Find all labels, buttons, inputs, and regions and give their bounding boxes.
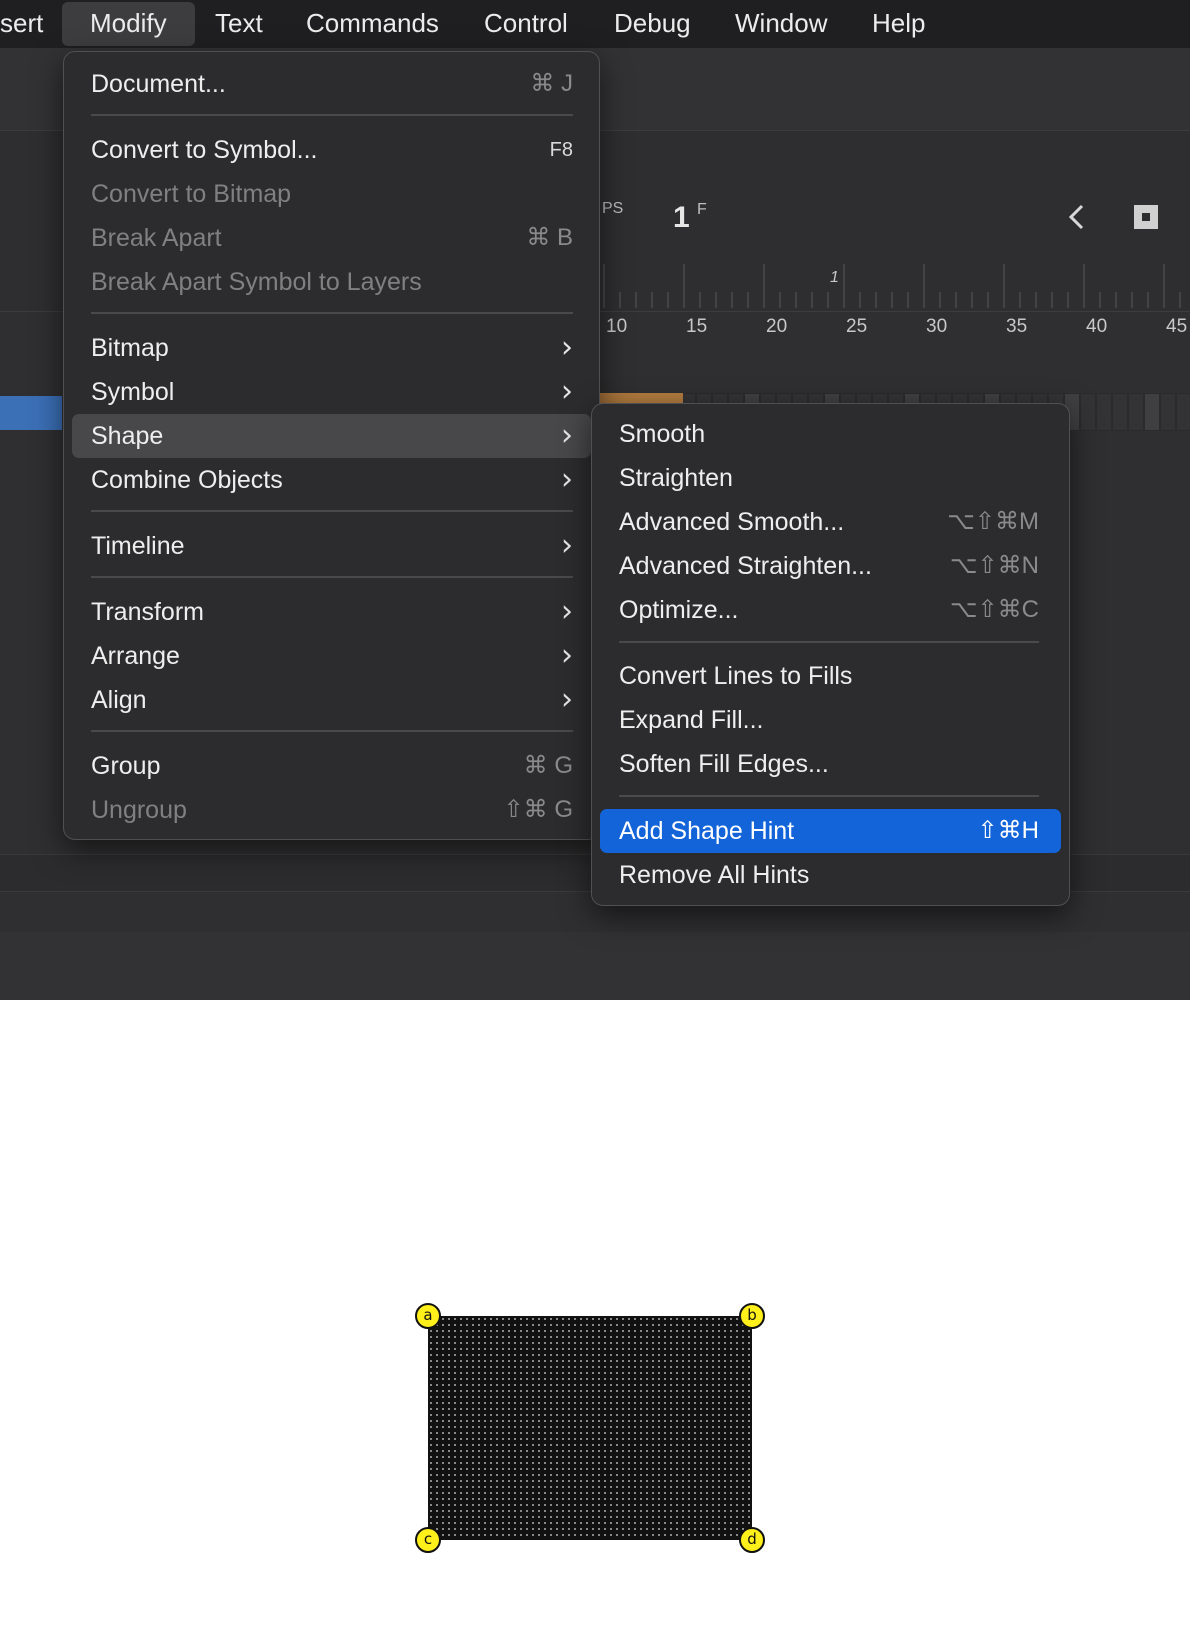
ruler-tick-45: 45 <box>1166 316 1188 337</box>
shape-hint-c[interactable]: c <box>415 1527 441 1553</box>
menu-item-symbol[interactable]: Symbol › <box>91 372 573 412</box>
ruler-tick-15: 15 <box>686 316 708 337</box>
separator <box>91 114 573 116</box>
selected-layer[interactable] <box>0 396 62 430</box>
menu-item-align[interactable]: Align › <box>91 680 573 720</box>
menu-item-convert-to-bitmap: Convert to Bitmap <box>91 180 292 208</box>
frame-cell <box>1129 394 1143 430</box>
ruler-tick-10: 10 <box>606 316 628 337</box>
shape-hint-a[interactable]: a <box>415 1303 441 1329</box>
menu-item-transform[interactable]: Transform › <box>91 592 573 632</box>
frame-cell <box>1097 394 1111 430</box>
chevron-right-icon: › <box>561 638 573 673</box>
current-frame: 1 <box>673 201 690 234</box>
submenu-item-remove-all-hints[interactable]: Remove All Hints <box>619 855 1039 895</box>
submenu-item-advanced-smooth[interactable]: Advanced Smooth... ⌥⇧⌘M <box>619 502 1039 542</box>
menu-control[interactable]: Control <box>484 0 568 46</box>
frame-suffix: F <box>697 201 707 218</box>
ruler-tick-30: 30 <box>926 316 948 337</box>
frame-cell <box>1081 394 1095 430</box>
ruler-tick-35: 35 <box>1006 316 1028 337</box>
chevron-right-icon: › <box>561 418 573 453</box>
modify-menu: Document... ⌘ J Convert to Symbol... F8 Co… <box>63 51 600 840</box>
menu-insert[interactable]: sert <box>0 0 43 46</box>
app-window: sert Modify Text Commands Control Debug … <box>0 0 1190 1650</box>
menu-item-break-apart: Break Apart ⌘ B <box>91 224 573 252</box>
ruler-marker: 1 <box>830 269 839 286</box>
menu-item-break-apart-symbol: Break Apart Symbol to Layers <box>91 268 422 296</box>
submenu-item-smooth[interactable]: Smooth <box>619 414 1039 454</box>
chevron-right-icon: › <box>561 462 573 497</box>
chevron-right-icon: › <box>561 528 573 563</box>
menu-item-group[interactable]: Group ⌘ G <box>91 746 573 786</box>
separator <box>91 510 573 512</box>
chevron-right-icon: › <box>561 682 573 717</box>
submenu-item-advanced-straighten[interactable]: Advanced Straighten... ⌥⇧⌘N <box>619 546 1039 586</box>
submenu-item-soften-fill-edges[interactable]: Soften Fill Edges... <box>619 744 1039 784</box>
menu-item-arrange[interactable]: Arrange › <box>91 636 573 676</box>
frame-cell <box>1113 394 1127 430</box>
fps-label: PS <box>602 200 624 217</box>
ruler-tick-40: 40 <box>1086 316 1108 337</box>
menu-item-ungroup: Ungroup ⇧⌘ G <box>91 796 573 824</box>
separator <box>91 730 573 732</box>
menu-item-combine-objects[interactable]: Combine Objects › <box>91 460 573 500</box>
properties-strip <box>0 932 1190 1000</box>
menu-item-timeline[interactable]: Timeline › <box>91 526 573 566</box>
frame-cell <box>1161 394 1175 430</box>
ruler-tick-25: 25 <box>846 316 868 337</box>
menu-help[interactable]: Help <box>872 0 925 46</box>
menu-bar: sert Modify Text Commands Control Debug … <box>0 0 1190 50</box>
frame-cell <box>1145 394 1159 430</box>
ruler-tick-20: 20 <box>766 316 788 337</box>
shape-hint-b[interactable]: b <box>739 1303 765 1329</box>
menu-item-bitmap[interactable]: Bitmap › <box>91 328 573 368</box>
chevron-right-icon: › <box>561 594 573 629</box>
separator <box>91 312 573 314</box>
submenu-item-add-shape-hint[interactable]: Add Shape Hint ⇧⌘H <box>619 811 1039 851</box>
submenu-item-optimize[interactable]: Optimize... ⌥⇧⌘C <box>619 590 1039 630</box>
chevron-right-icon: › <box>561 374 573 409</box>
shape-submenu: Smooth Straighten Advanced Smooth... ⌥⇧⌘M… <box>591 403 1070 906</box>
separator <box>619 795 1039 797</box>
menu-modify[interactable]: Modify <box>62 2 195 46</box>
menu-item-shape[interactable]: Shape › <box>91 416 573 456</box>
menu-text[interactable]: Text <box>215 0 263 46</box>
stop-icon[interactable] <box>1133 204 1159 230</box>
menu-debug[interactable]: Debug <box>614 0 691 46</box>
menu-item-convert-to-symbol[interactable]: Convert to Symbol... F8 <box>91 130 573 170</box>
submenu-item-convert-lines-to-fills[interactable]: Convert Lines to Fills <box>619 656 1039 696</box>
separator <box>619 641 1039 643</box>
stage-shape[interactable] <box>428 1316 752 1540</box>
separator <box>91 576 573 578</box>
chevron-right-icon: › <box>561 330 573 365</box>
menu-window[interactable]: Window <box>735 0 827 46</box>
menu-commands[interactable]: Commands <box>306 0 439 46</box>
chevron-left-icon[interactable] <box>1064 200 1090 234</box>
submenu-item-straighten[interactable]: Straighten <box>619 458 1039 498</box>
frame-cell <box>1177 394 1190 430</box>
shape-hint-d[interactable]: d <box>739 1527 765 1553</box>
menu-item-document[interactable]: Document... ⌘ J <box>91 64 573 104</box>
submenu-item-expand-fill[interactable]: Expand Fill... <box>619 700 1039 740</box>
